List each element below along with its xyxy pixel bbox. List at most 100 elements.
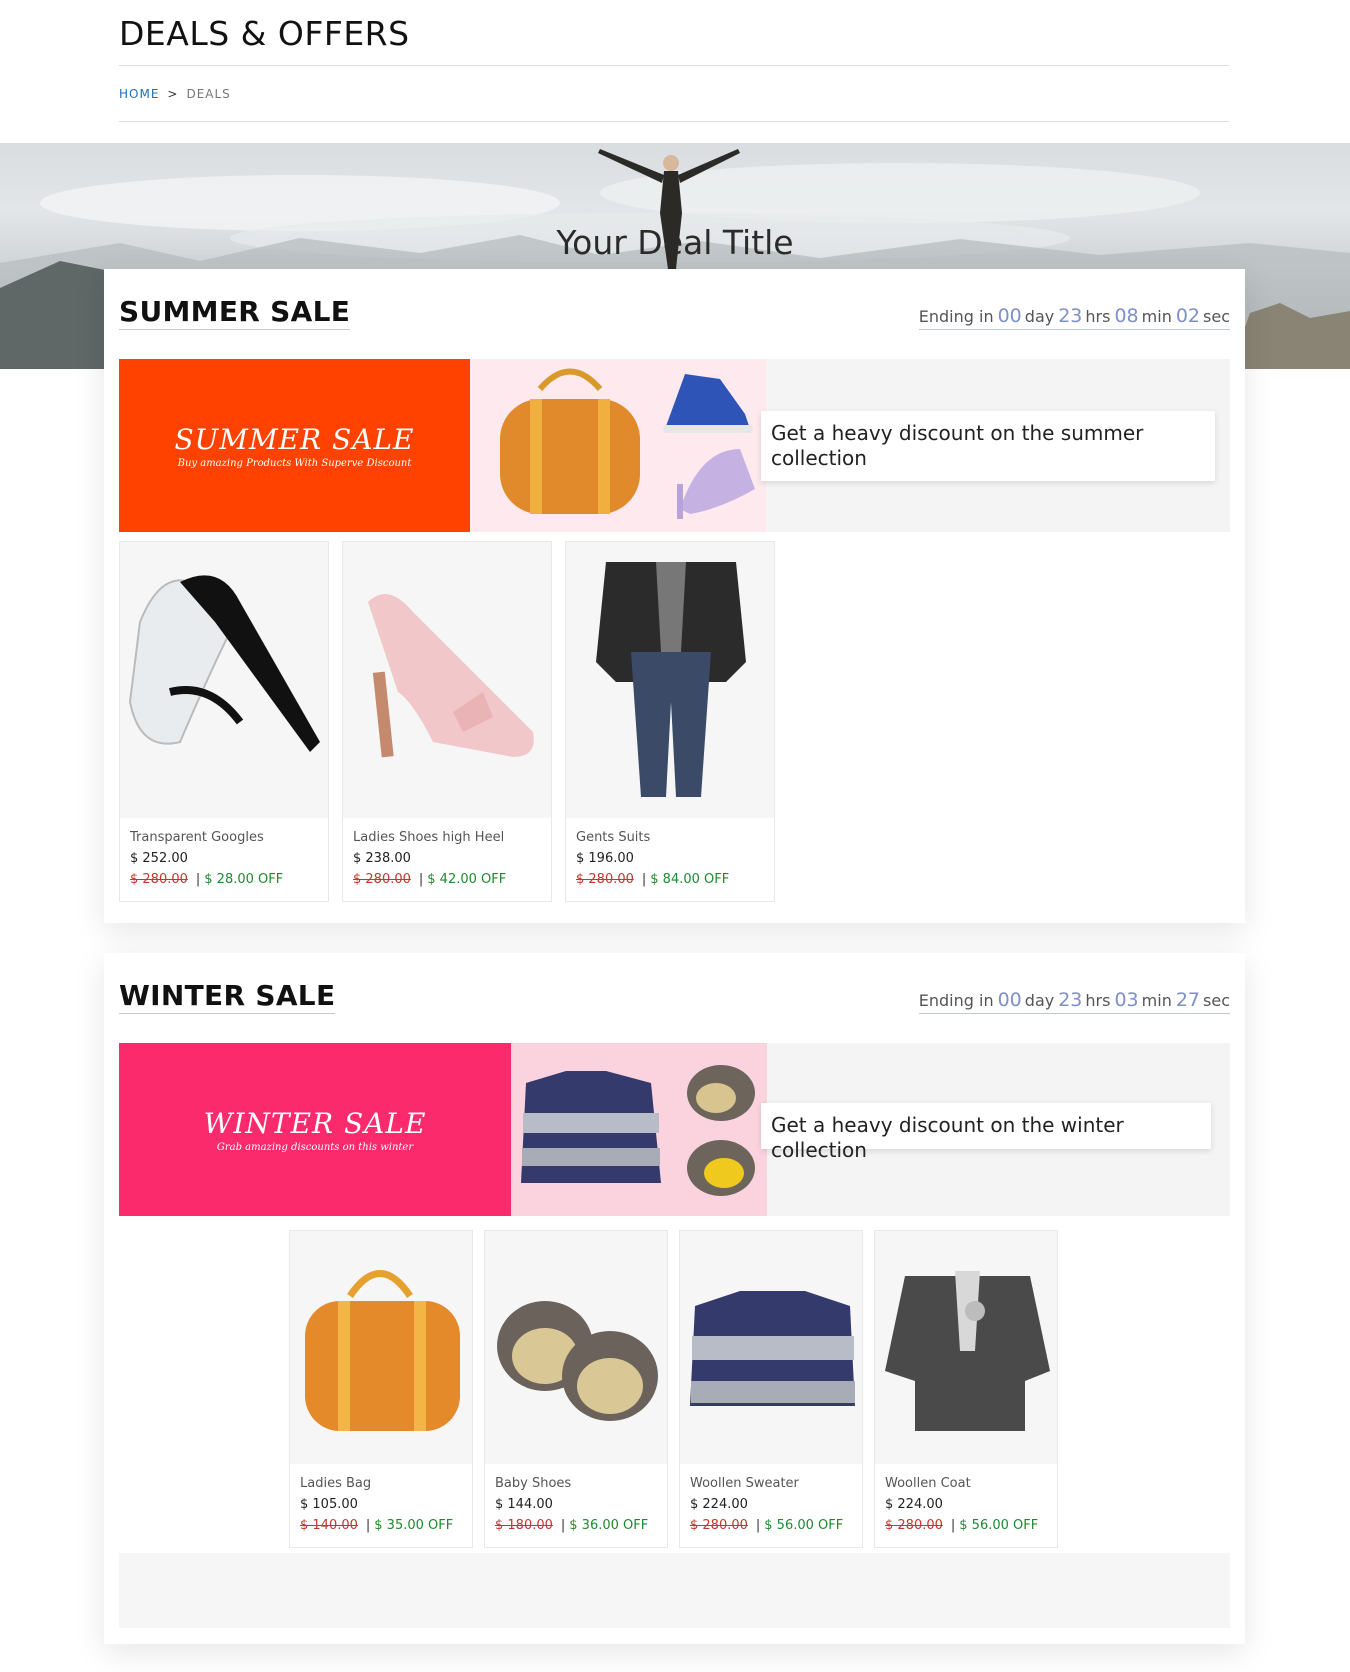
product-off: $ 56.00 OFF (764, 1518, 844, 1533)
goggles-image (120, 542, 328, 818)
countdown-days: 00 (997, 305, 1022, 327)
summer-sale-title: SUMMER SALE (119, 295, 351, 330)
product-off: $ 35.00 OFF (374, 1518, 454, 1533)
heel-shoe-image (343, 542, 551, 818)
winter-products-photo (511, 1043, 767, 1216)
winter-promo-title: WINTER SALE (203, 1106, 427, 1140)
product-discount: $ 140.00 | $ 35.00 OFF (300, 1518, 454, 1533)
product-card[interactable]: Woollen Coat $ 224.00 $ 280.00 | $ 56.00 O… (874, 1230, 1058, 1548)
product-discount: $ 280.00 | $ 56.00 OFF (690, 1518, 844, 1533)
countdown-seconds: 02 (1175, 305, 1201, 327)
breadcrumb-separator: > (167, 86, 179, 101)
countdown-hours-label: hrs (1085, 991, 1111, 1010)
product-discount: $ 280.00 | $ 28.00 OFF (130, 872, 284, 887)
product-name[interactable]: Transparent Googles (130, 830, 318, 851)
countdown-hours: 23 (1058, 989, 1083, 1011)
summer-promo-tile: SUMMER SALE Buy amazing Products With Su… (119, 359, 470, 532)
countdown-minutes-label: min (1141, 991, 1172, 1010)
product-off: $ 36.00 OFF (569, 1518, 649, 1533)
product-card[interactable]: Ladies Shoes high Heel $ 238.00 $ 280.00… (342, 541, 552, 902)
summer-sale-section: SUMMER SALE Ending in 00 day 23 hrs 08 min 02 se… (104, 269, 1245, 923)
countdown-minutes: 03 (1114, 989, 1139, 1011)
product-price: $ 196.00 (576, 851, 634, 866)
countdown-days-label: day (1024, 307, 1055, 326)
product-name[interactable]: Woollen Sweater (690, 1476, 852, 1497)
product-card[interactable]: Transparent Googles $ 252.00 $ 280.00 | $ … (119, 541, 329, 902)
handbag-image (290, 1231, 472, 1464)
countdown-seconds-label: sec (1203, 307, 1230, 326)
suit-image (566, 542, 774, 818)
baby-shoes-icon (687, 1065, 755, 1196)
product-price: $ 224.00 (885, 1497, 943, 1512)
product-card[interactable]: Woollen Sweater $ 224.00 $ 280.00 | $ 56.0… (679, 1230, 863, 1548)
countdown-minutes-label: min (1141, 307, 1172, 326)
winter-promo-subtitle: Grab amazing discounts on this winter (216, 1141, 414, 1153)
winter-product-list: Ladies Bag $ 105.00 $ 140.00 | $ 35.00 OFF… (289, 1230, 1058, 1548)
product-price: $ 238.00 (353, 851, 411, 866)
summer-products-photo (470, 359, 766, 532)
breadcrumb: HOME > DEALS (119, 66, 1229, 122)
summer-countdown: Ending in 00 day 23 hrs 08 min 02 sec (918, 305, 1230, 330)
product-off: $ 42.00 OFF (427, 872, 507, 887)
product-name[interactable]: Gents Suits (576, 830, 764, 851)
product-card[interactable]: Ladies Bag $ 105.00 $ 140.00 | $ 35.00 OFF (289, 1230, 473, 1548)
countdown-days-label: day (1024, 991, 1055, 1010)
countdown-seconds: 27 (1175, 989, 1201, 1011)
sneaker-icon (663, 374, 753, 433)
winter-promo-banner[interactable]: WINTER SALE Grab amazing discounts on th… (119, 1043, 1230, 1216)
countdown-seconds-label: sec (1203, 991, 1230, 1010)
product-old-price: $ 280.00 (690, 1518, 748, 1533)
product-off: $ 56.00 OFF (959, 1518, 1039, 1533)
product-name[interactable]: Woollen Coat (885, 1476, 1047, 1497)
product-discount: $ 280.00 | $ 84.00 OFF (576, 872, 730, 887)
summer-product-list: Transparent Googles $ 252.00 $ 280.00 | $ … (119, 541, 775, 902)
winter-callout: Get a heavy discount on the winter colle… (761, 1103, 1211, 1162)
countdown-minutes: 08 (1114, 305, 1139, 327)
winter-promo-tile: WINTER SALE Grab amazing discounts on th… (119, 1043, 511, 1216)
product-name[interactable]: Ladies Bag (300, 1476, 462, 1497)
winter-sale-section: WINTER SALE Ending in 00 day 23 hrs 03 min 27 se… (104, 953, 1245, 1644)
product-name[interactable]: Baby Shoes (495, 1476, 657, 1497)
winter-sale-header: WINTER SALE Ending in 00 day 23 hrs 03 min 27 se… (119, 979, 1230, 1019)
product-name[interactable]: Ladies Shoes high Heel (353, 830, 541, 851)
product-price: $ 224.00 (690, 1497, 748, 1512)
summer-promo-banner[interactable]: SUMMER SALE Buy amazing Products With Su… (119, 359, 1230, 532)
countdown-prefix: Ending in (918, 307, 994, 326)
winter-countdown: Ending in 00 day 23 hrs 03 min 27 sec (918, 989, 1230, 1014)
product-card[interactable]: Gents Suits $ 196.00 $ 280.00 | $ 84.00 OF… (565, 541, 775, 902)
breadcrumb-home-link[interactable]: HOME (119, 87, 159, 101)
coat-image (875, 1231, 1057, 1464)
product-discount: $ 280.00 | $ 42.00 OFF (353, 872, 507, 887)
page-header: DEALS & OFFERS HOME > DEALS (119, 0, 1229, 122)
high-heel-icon (677, 449, 755, 519)
sweater-icon (521, 1071, 661, 1183)
countdown-days: 00 (997, 989, 1022, 1011)
winter-footer-panel (119, 1553, 1230, 1628)
winter-sale-title: WINTER SALE (119, 979, 336, 1014)
countdown-prefix: Ending in (918, 991, 994, 1010)
product-price: $ 105.00 (300, 1497, 358, 1512)
summer-callout: Get a heavy discount on the summer colle… (761, 411, 1215, 481)
product-old-price: $ 280.00 (130, 872, 188, 887)
product-old-price: $ 280.00 (576, 872, 634, 887)
product-old-price: $ 280.00 (353, 872, 411, 887)
sweater-image (680, 1231, 862, 1464)
page-title: DEALS & OFFERS (119, 0, 1229, 66)
countdown-hours-label: hrs (1085, 307, 1111, 326)
product-old-price: $ 280.00 (885, 1518, 943, 1533)
hero-title: Your Deal Title (556, 223, 794, 262)
product-discount: $ 280.00 | $ 56.00 OFF (885, 1518, 1039, 1533)
countdown-hours: 23 (1058, 305, 1083, 327)
breadcrumb-current: DEALS (186, 86, 231, 101)
product-card[interactable]: Baby Shoes $ 144.00 $ 180.00 | $ 36.00 OFF (484, 1230, 668, 1548)
product-price: $ 144.00 (495, 1497, 553, 1512)
summer-sale-header: SUMMER SALE Ending in 00 day 23 hrs 08 min 02 se… (119, 295, 1230, 335)
product-off: $ 84.00 OFF (650, 872, 730, 887)
product-off: $ 28.00 OFF (204, 872, 284, 887)
product-price: $ 252.00 (130, 851, 188, 866)
product-discount: $ 180.00 | $ 36.00 OFF (495, 1518, 649, 1533)
handbag-icon (500, 368, 640, 514)
baby-shoes-image (485, 1231, 667, 1464)
product-old-price: $ 180.00 (495, 1518, 553, 1533)
summer-promo-subtitle: Buy amazing Products With Superve Discou… (177, 457, 412, 469)
